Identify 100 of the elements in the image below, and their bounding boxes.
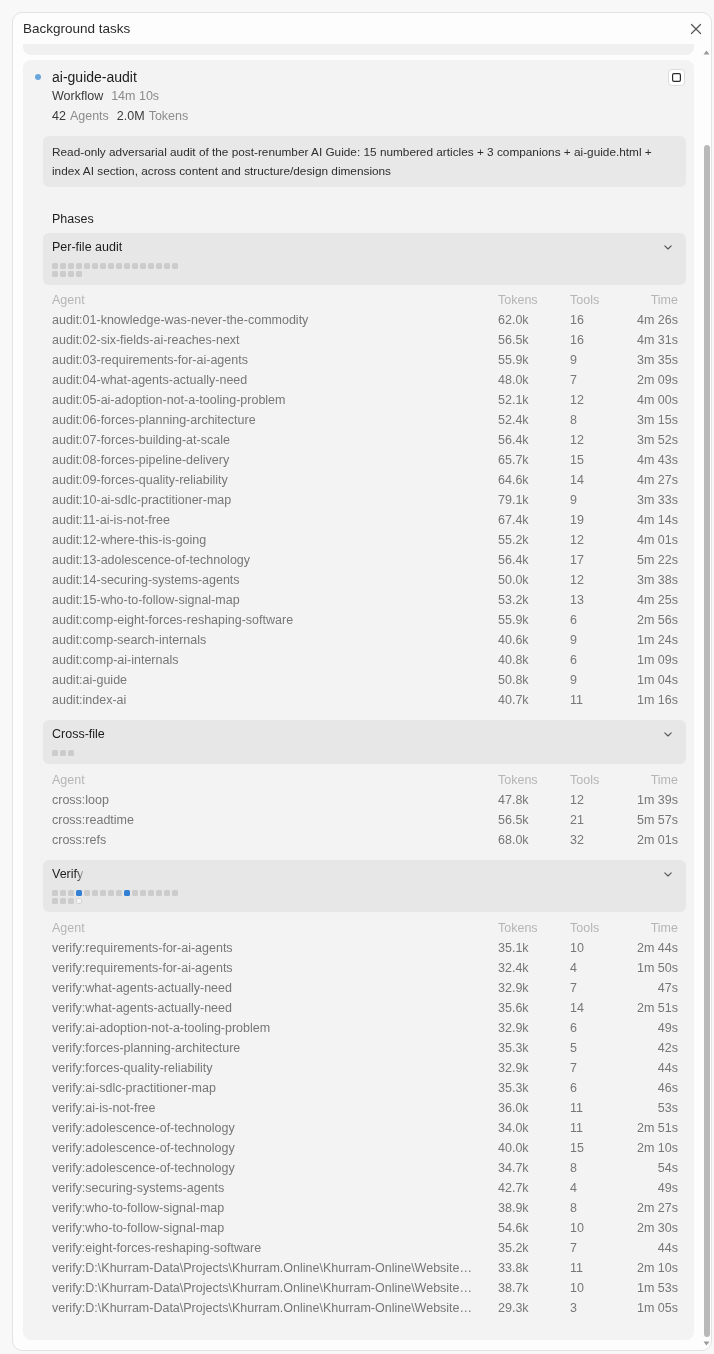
phase-header[interactable]: Per-file audit — [43, 233, 686, 285]
time-cell-text: 3m 52s — [637, 432, 678, 449]
time-cell-text: 54s — [657, 1160, 678, 1177]
tokens-cell-text: 32.4k — [498, 960, 529, 977]
tools-cell-text: 10 — [570, 1220, 584, 1237]
dialog-title: Background tasks — [23, 21, 131, 36]
time-cell-text: 42s — [657, 1040, 678, 1057]
time-cell-text: 53s — [657, 1100, 678, 1117]
tokens-cell-text: 36.0k — [498, 1100, 529, 1117]
phase-header[interactable]: Verify — [43, 860, 686, 912]
agent-name-cell-text: verify:ai-adoption-not-a-tooling-problem — [52, 1020, 271, 1037]
agent-name-cell-text: verify:requirements-for-ai-agents — [52, 960, 233, 977]
tools-cell-text: 15 — [570, 1140, 584, 1157]
agent-name-cell-text: audit:09-forces-quality-reliability — [52, 472, 228, 489]
agent-name-cell-text: audit:07-forces-building-at-scale — [52, 432, 230, 449]
tools-cell-text: 11 — [570, 1260, 583, 1277]
agent-name-cell-text: verify:D:\Khurram-Data\Projects\Khurram.Online\Khurram-Online\Website… — [52, 1280, 473, 1297]
phases-heading: Phases — [52, 211, 95, 228]
tools-cell-text: 7 — [570, 980, 577, 997]
agent-name-cell-text: verify:who-to-follow-signal-map — [52, 1200, 225, 1217]
agent-name-cell-text: verify:adolescence-of-technology — [52, 1120, 235, 1137]
tokens-cell-text: 50.0k — [498, 572, 529, 589]
chevron-down-icon[interactable] — [664, 244, 672, 250]
phase-header[interactable]: Cross-file — [43, 720, 686, 764]
stop-button[interactable] — [668, 68, 685, 86]
agent-name-cell-text: verify:ai-is-not-free — [52, 1100, 156, 1117]
tools-cell-text: 9 — [570, 352, 577, 369]
tokens-cell-text: 52.1k — [498, 392, 529, 409]
time-cell-text: 3m 33s — [637, 492, 678, 509]
time-cell-text: 1m 04s — [637, 672, 678, 689]
agents-label: Agents — [69, 108, 109, 125]
tools-cell-text: 32 — [570, 832, 584, 849]
agent-name-cell-text: verify:what-agents-actually-need — [52, 1000, 232, 1017]
time-cell-text: 46s — [657, 1080, 678, 1097]
tokens-cell-text: 56.4k — [498, 552, 529, 569]
tools-cell-text: 10 — [570, 1280, 584, 1297]
tokens-count: 2.0M — [116, 108, 145, 125]
tokens-cell-text: 53.2k — [498, 592, 529, 609]
tokens-cell-text: 35.3k — [498, 1040, 529, 1057]
tools-cell-text: 5 — [570, 1040, 577, 1057]
tokens-cell-text: 56.5k — [498, 332, 529, 349]
tools-cell-text: 3 — [570, 1300, 577, 1317]
tools-cell-text: 8 — [570, 1160, 577, 1177]
time-cell-text: 1m 09s — [637, 652, 678, 669]
agents-count: 42 — [52, 108, 66, 125]
tools-cell-text: 19 — [570, 512, 584, 529]
tokens-cell-text: 50.8k — [498, 672, 529, 689]
tokens-cell-text: 38.7k — [498, 1280, 529, 1297]
column-header: Agent — [52, 772, 85, 789]
tokens-cell-text: 67.4k — [498, 512, 529, 529]
tokens-cell-text: 35.6k — [498, 1000, 529, 1017]
tokens-cell-text: 40.8k — [498, 652, 529, 669]
chevron-down-icon[interactable] — [664, 871, 672, 877]
time-cell-text: 2m 10s — [637, 1140, 678, 1157]
phase-title: Per-file audit — [52, 240, 123, 254]
agent-name-cell-text: verify:adolescence-of-technology — [52, 1140, 235, 1157]
tools-cell-text: 7 — [570, 1060, 577, 1077]
tools-cell-text: 8 — [570, 412, 577, 429]
time-cell-text: 1m 05s — [637, 1300, 678, 1317]
time-cell-text: 1m 39s — [637, 792, 678, 809]
tools-cell-text: 14 — [570, 1000, 584, 1017]
agent-name-cell-text: audit:11-ai-is-not-free — [52, 512, 170, 529]
tokens-cell-text: 52.4k — [498, 412, 529, 429]
agent-name-cell-text: audit:13-adolescence-of-technology — [52, 552, 251, 569]
time-cell-text: 2m 51s — [637, 1000, 678, 1017]
time-cell-text: 47s — [657, 980, 678, 997]
time-cell-text: 4m 31s — [637, 332, 678, 349]
chevron-down-icon[interactable] — [664, 731, 672, 737]
scrollbar-thumb[interactable] — [703, 145, 710, 1337]
close-icon[interactable] — [690, 22, 702, 35]
tools-cell-text: 9 — [570, 672, 577, 689]
tools-cell-text: 16 — [570, 332, 584, 349]
agent-name-cell-text: verify:securing-systems-agents — [52, 1180, 225, 1197]
tokens-cell-text: 65.7k — [498, 452, 529, 469]
scroll-up-arrow-icon[interactable] — [703, 50, 710, 55]
agent-name-cell-text: verify:ai-sdlc-practitioner-map — [52, 1080, 216, 1097]
time-cell-text: 5m 22s — [637, 552, 678, 569]
elapsed-time: 14m 10s — [111, 88, 160, 105]
tokens-cell-text: 40.6k — [498, 632, 529, 649]
tools-cell-text: 13 — [570, 592, 584, 609]
agent-name-cell-text: verify:forces-planning-architecture — [52, 1040, 241, 1057]
tokens-cell-text: 35.2k — [498, 1240, 529, 1257]
tools-cell-text: 11 — [570, 692, 583, 709]
time-cell-text: 5m 57s — [637, 812, 678, 829]
column-header: Tokens — [498, 772, 538, 789]
tokens-cell-text: 79.1k — [498, 492, 529, 509]
time-cell-text: 3m 15s — [637, 412, 678, 429]
agent-name-cell-text: audit:comp-search-internals — [52, 632, 207, 649]
tools-cell-text: 12 — [570, 572, 584, 589]
phase-title: Verify — [52, 867, 84, 881]
phase-title: Cross-file — [52, 727, 105, 741]
tokens-cell-text: 55.2k — [498, 532, 529, 549]
time-cell-text: 2m 09s — [637, 372, 678, 389]
agent-name-cell-text: verify:eight-forces-reshaping-software — [52, 1240, 262, 1257]
agent-name-cell-text: audit:comp-ai-internals — [52, 652, 179, 669]
agent-name-cell-text: audit:03-requirements-for-ai-agents — [52, 352, 248, 369]
column-header: Time — [650, 772, 678, 789]
scroll-down-arrow-icon[interactable] — [703, 1341, 710, 1346]
tokens-cell-text: 54.6k — [498, 1220, 529, 1237]
time-cell-text: 4m 26s — [637, 312, 678, 329]
